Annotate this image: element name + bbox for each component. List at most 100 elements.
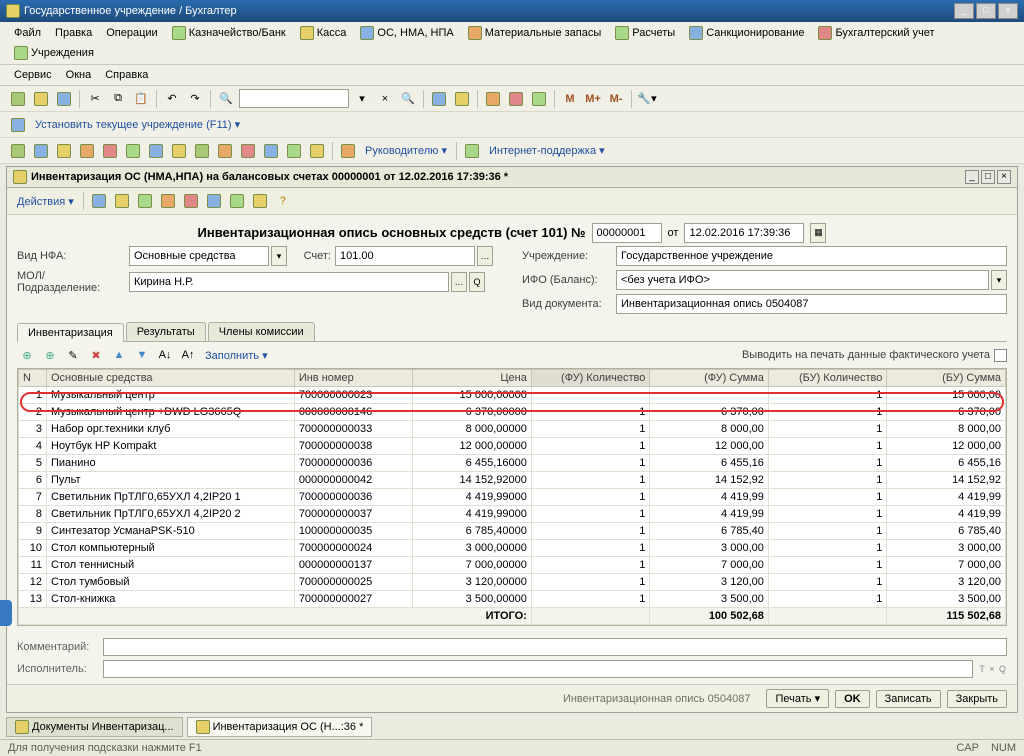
ifo-dropdown[interactable]: ▾ <box>991 270 1007 290</box>
search-go-icon[interactable]: 🔍 <box>398 89 418 109</box>
table-row[interactable]: 8Светильник ПрТЛГ0,65УХЛ 4,2IP20 2700000… <box>19 506 1006 523</box>
table-row[interactable]: 7Светильник ПрТЛГ0,65УХЛ 4,2IP20 1700000… <box>19 489 1006 506</box>
col-fq[interactable]: (ФУ) Количество <box>531 370 650 387</box>
schet-select[interactable]: … <box>477 246 493 266</box>
menu-service[interactable]: Сервис <box>8 67 58 83</box>
calendar-icon[interactable] <box>506 89 526 109</box>
panel-handle[interactable] <box>0 600 12 626</box>
schet-input[interactable] <box>335 246 475 266</box>
doc-close[interactable]: × <box>997 170 1011 184</box>
table-row[interactable]: 12Стол тумбовый7000000000253 120,0000013… <box>19 574 1006 591</box>
sort-desc-icon[interactable]: A↑ <box>178 345 198 365</box>
ir7-icon[interactable] <box>146 141 166 161</box>
open-icon[interactable] <box>31 89 51 109</box>
add-row-icon[interactable]: ⊕ <box>17 345 37 365</box>
calc-icon[interactable] <box>483 89 503 109</box>
ir10-icon[interactable] <box>215 141 235 161</box>
col-bq[interactable]: (БУ) Количество <box>768 370 887 387</box>
ir6-icon[interactable] <box>123 141 143 161</box>
save-button[interactable]: Записать <box>876 690 941 708</box>
menu-accounting[interactable]: Бухгалтерский учет <box>812 24 940 42</box>
org-input[interactable] <box>616 246 1007 266</box>
print-right-checkbox[interactable] <box>994 349 1007 362</box>
search-input[interactable] <box>239 89 349 108</box>
copy-icon[interactable]: ⧉ <box>108 89 128 109</box>
col-fs[interactable]: (ФУ) Сумма <box>650 370 769 387</box>
move-up-icon[interactable]: ▲ <box>109 345 129 365</box>
maximize-button[interactable]: □ <box>976 3 996 19</box>
close-doc-button[interactable]: Закрыть <box>947 690 1007 708</box>
table-row[interactable]: 9Синтезатор УсманаPSK-5101000000000356 7… <box>19 523 1006 540</box>
memory-mminus[interactable]: M- <box>606 89 626 109</box>
ir11-icon[interactable] <box>238 141 258 161</box>
delete-row-icon[interactable]: ✖ <box>86 345 106 365</box>
cut-icon[interactable]: ✂ <box>85 89 105 109</box>
menu-treasury[interactable]: Казначейство/Банк <box>166 24 292 42</box>
ir5-icon[interactable] <box>100 141 120 161</box>
ok-button[interactable]: OK <box>835 690 870 708</box>
doc-maximize[interactable]: □ <box>981 170 995 184</box>
install-button[interactable]: Установить текущее учреждение (F11) ▾ <box>31 116 244 133</box>
redo-icon[interactable]: ↷ <box>185 89 205 109</box>
table-row[interactable]: 3Набор орг.техники клуб7000000000338 000… <box>19 421 1006 438</box>
menu-operations[interactable]: Операции <box>100 25 163 41</box>
search-clear-icon[interactable]: × <box>375 89 395 109</box>
table-row[interactable]: 5Пианино7000000000366 455,1600016 455,16… <box>19 455 1006 472</box>
menu-windows[interactable]: Окна <box>60 67 98 83</box>
col-bs[interactable]: (БУ) Сумма <box>887 370 1006 387</box>
search-dropdown[interactable]: ▾ <box>352 89 372 109</box>
ir9-icon[interactable] <box>192 141 212 161</box>
mol-select[interactable]: … <box>451 272 467 292</box>
date-picker-icon[interactable]: ▦ <box>810 223 826 243</box>
ir2-icon[interactable] <box>31 141 51 161</box>
ir1-icon[interactable] <box>8 141 28 161</box>
dt5-icon[interactable] <box>181 191 201 211</box>
fill-button[interactable]: Заполнить ▾ <box>201 347 272 364</box>
dt2-icon[interactable] <box>112 191 132 211</box>
doc-number-input[interactable] <box>592 223 662 243</box>
table-row[interactable]: 4Ноутбук HP Kompakt70000000003812 000,00… <box>19 438 1006 455</box>
memory-mplus[interactable]: M+ <box>583 89 603 109</box>
bottom-tab-1[interactable]: Документы Инвентаризац... <box>6 717 183 737</box>
search-icon[interactable]: 🔍 <box>216 89 236 109</box>
tool-a-icon[interactable] <box>429 89 449 109</box>
menu-help[interactable]: Справка <box>99 67 154 83</box>
executor-input[interactable] <box>103 660 973 678</box>
dt3-icon[interactable] <box>135 191 155 211</box>
print-button[interactable]: Печать ▾ <box>766 689 829 708</box>
doc-date-input[interactable] <box>684 223 804 243</box>
mol-open[interactable]: Q <box>469 272 485 292</box>
minimize-button[interactable]: _ <box>954 3 974 19</box>
actions-button[interactable]: Действия ▾ <box>13 193 78 210</box>
bottom-tab-2[interactable]: Инвентаризация ОС (Н...:36 * <box>187 717 373 737</box>
menu-materials[interactable]: Материальные запасы <box>462 24 608 42</box>
dt6-icon[interactable] <box>204 191 224 211</box>
undo-icon[interactable]: ↶ <box>162 89 182 109</box>
table-row[interactable]: 1Музыкальный центр70000000002315 000,000… <box>19 387 1006 404</box>
menu-sanctions[interactable]: Санкционирование <box>683 24 810 42</box>
ir3-icon[interactable] <box>54 141 74 161</box>
table-row[interactable]: 10Стол компьютерный7000000000243 000,000… <box>19 540 1006 557</box>
table-row[interactable]: 2Музыкальный центр +DWD LG3665Q000000000… <box>19 404 1006 421</box>
memory-m[interactable]: M <box>560 89 580 109</box>
ir12-icon[interactable] <box>261 141 281 161</box>
move-down-icon[interactable]: ▼ <box>132 345 152 365</box>
table-row[interactable]: 6Пульт00000000004214 152,92000114 152,92… <box>19 472 1006 489</box>
col-name[interactable]: Основные средства <box>47 370 295 387</box>
support-button[interactable]: Интернет-поддержка ▾ <box>485 142 609 159</box>
ir8-icon[interactable] <box>169 141 189 161</box>
tab-results[interactable]: Результаты <box>126 322 206 341</box>
dt7-icon[interactable] <box>227 191 247 211</box>
table-row[interactable]: 13Стол-книжка7000000000273 500,0000013 5… <box>19 591 1006 608</box>
menu-calculations[interactable]: Расчеты <box>609 24 681 42</box>
col-price[interactable]: Цена <box>413 370 532 387</box>
nfa-input[interactable] <box>129 246 269 266</box>
vid-input[interactable] <box>616 294 1007 314</box>
dt-help-icon[interactable]: ? <box>273 191 293 211</box>
ifo-input[interactable] <box>616 270 989 290</box>
tool-c-icon[interactable] <box>529 89 549 109</box>
mol-input[interactable] <box>129 272 449 292</box>
ir13-icon[interactable] <box>284 141 304 161</box>
save-icon[interactable] <box>54 89 74 109</box>
comment-input[interactable] <box>103 638 1007 656</box>
